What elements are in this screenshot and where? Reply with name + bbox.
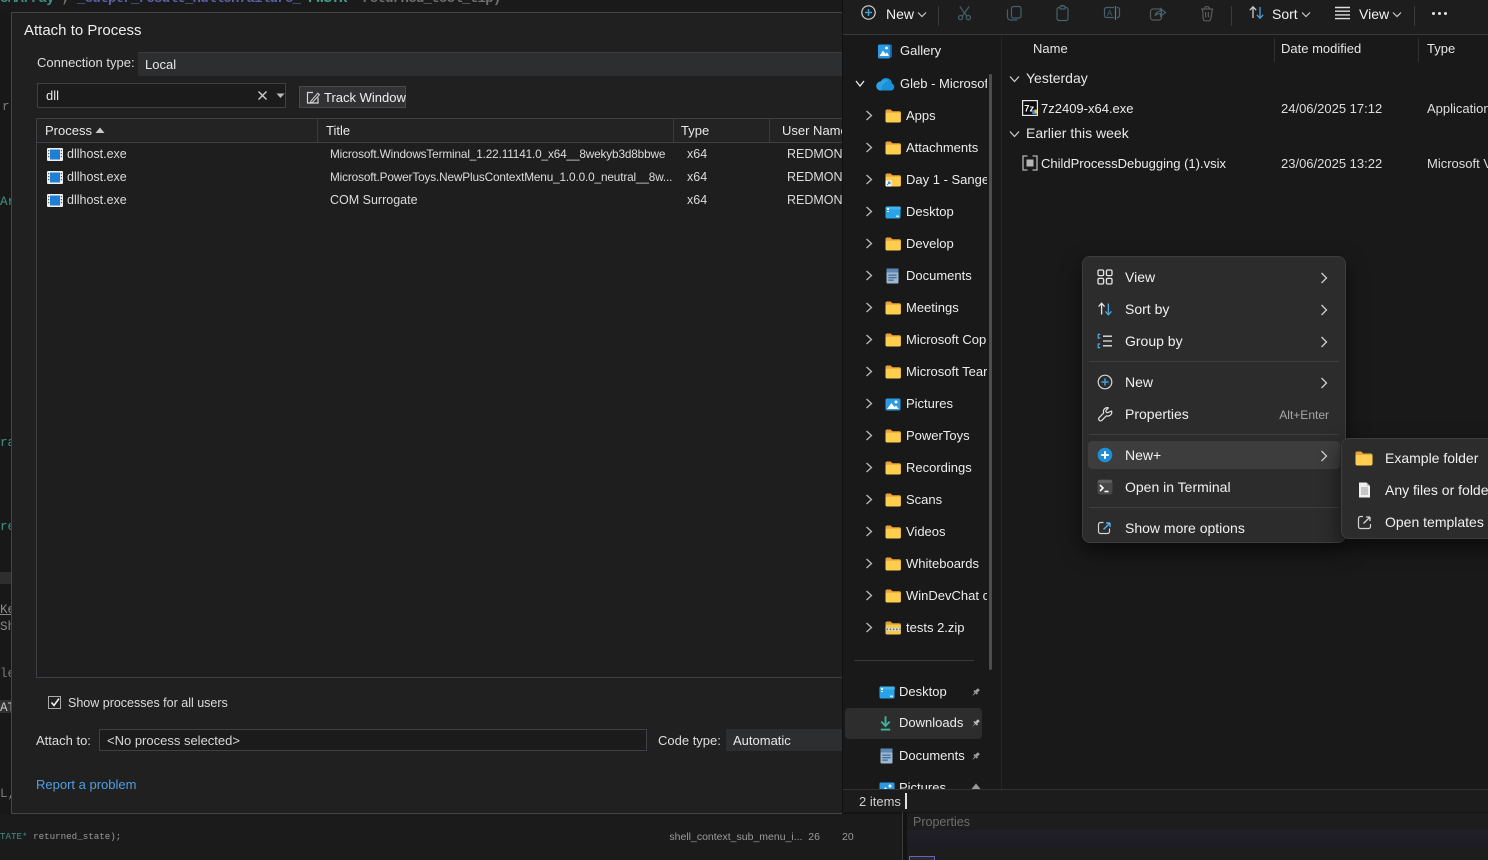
svg-text:A: A [1107, 9, 1113, 18]
